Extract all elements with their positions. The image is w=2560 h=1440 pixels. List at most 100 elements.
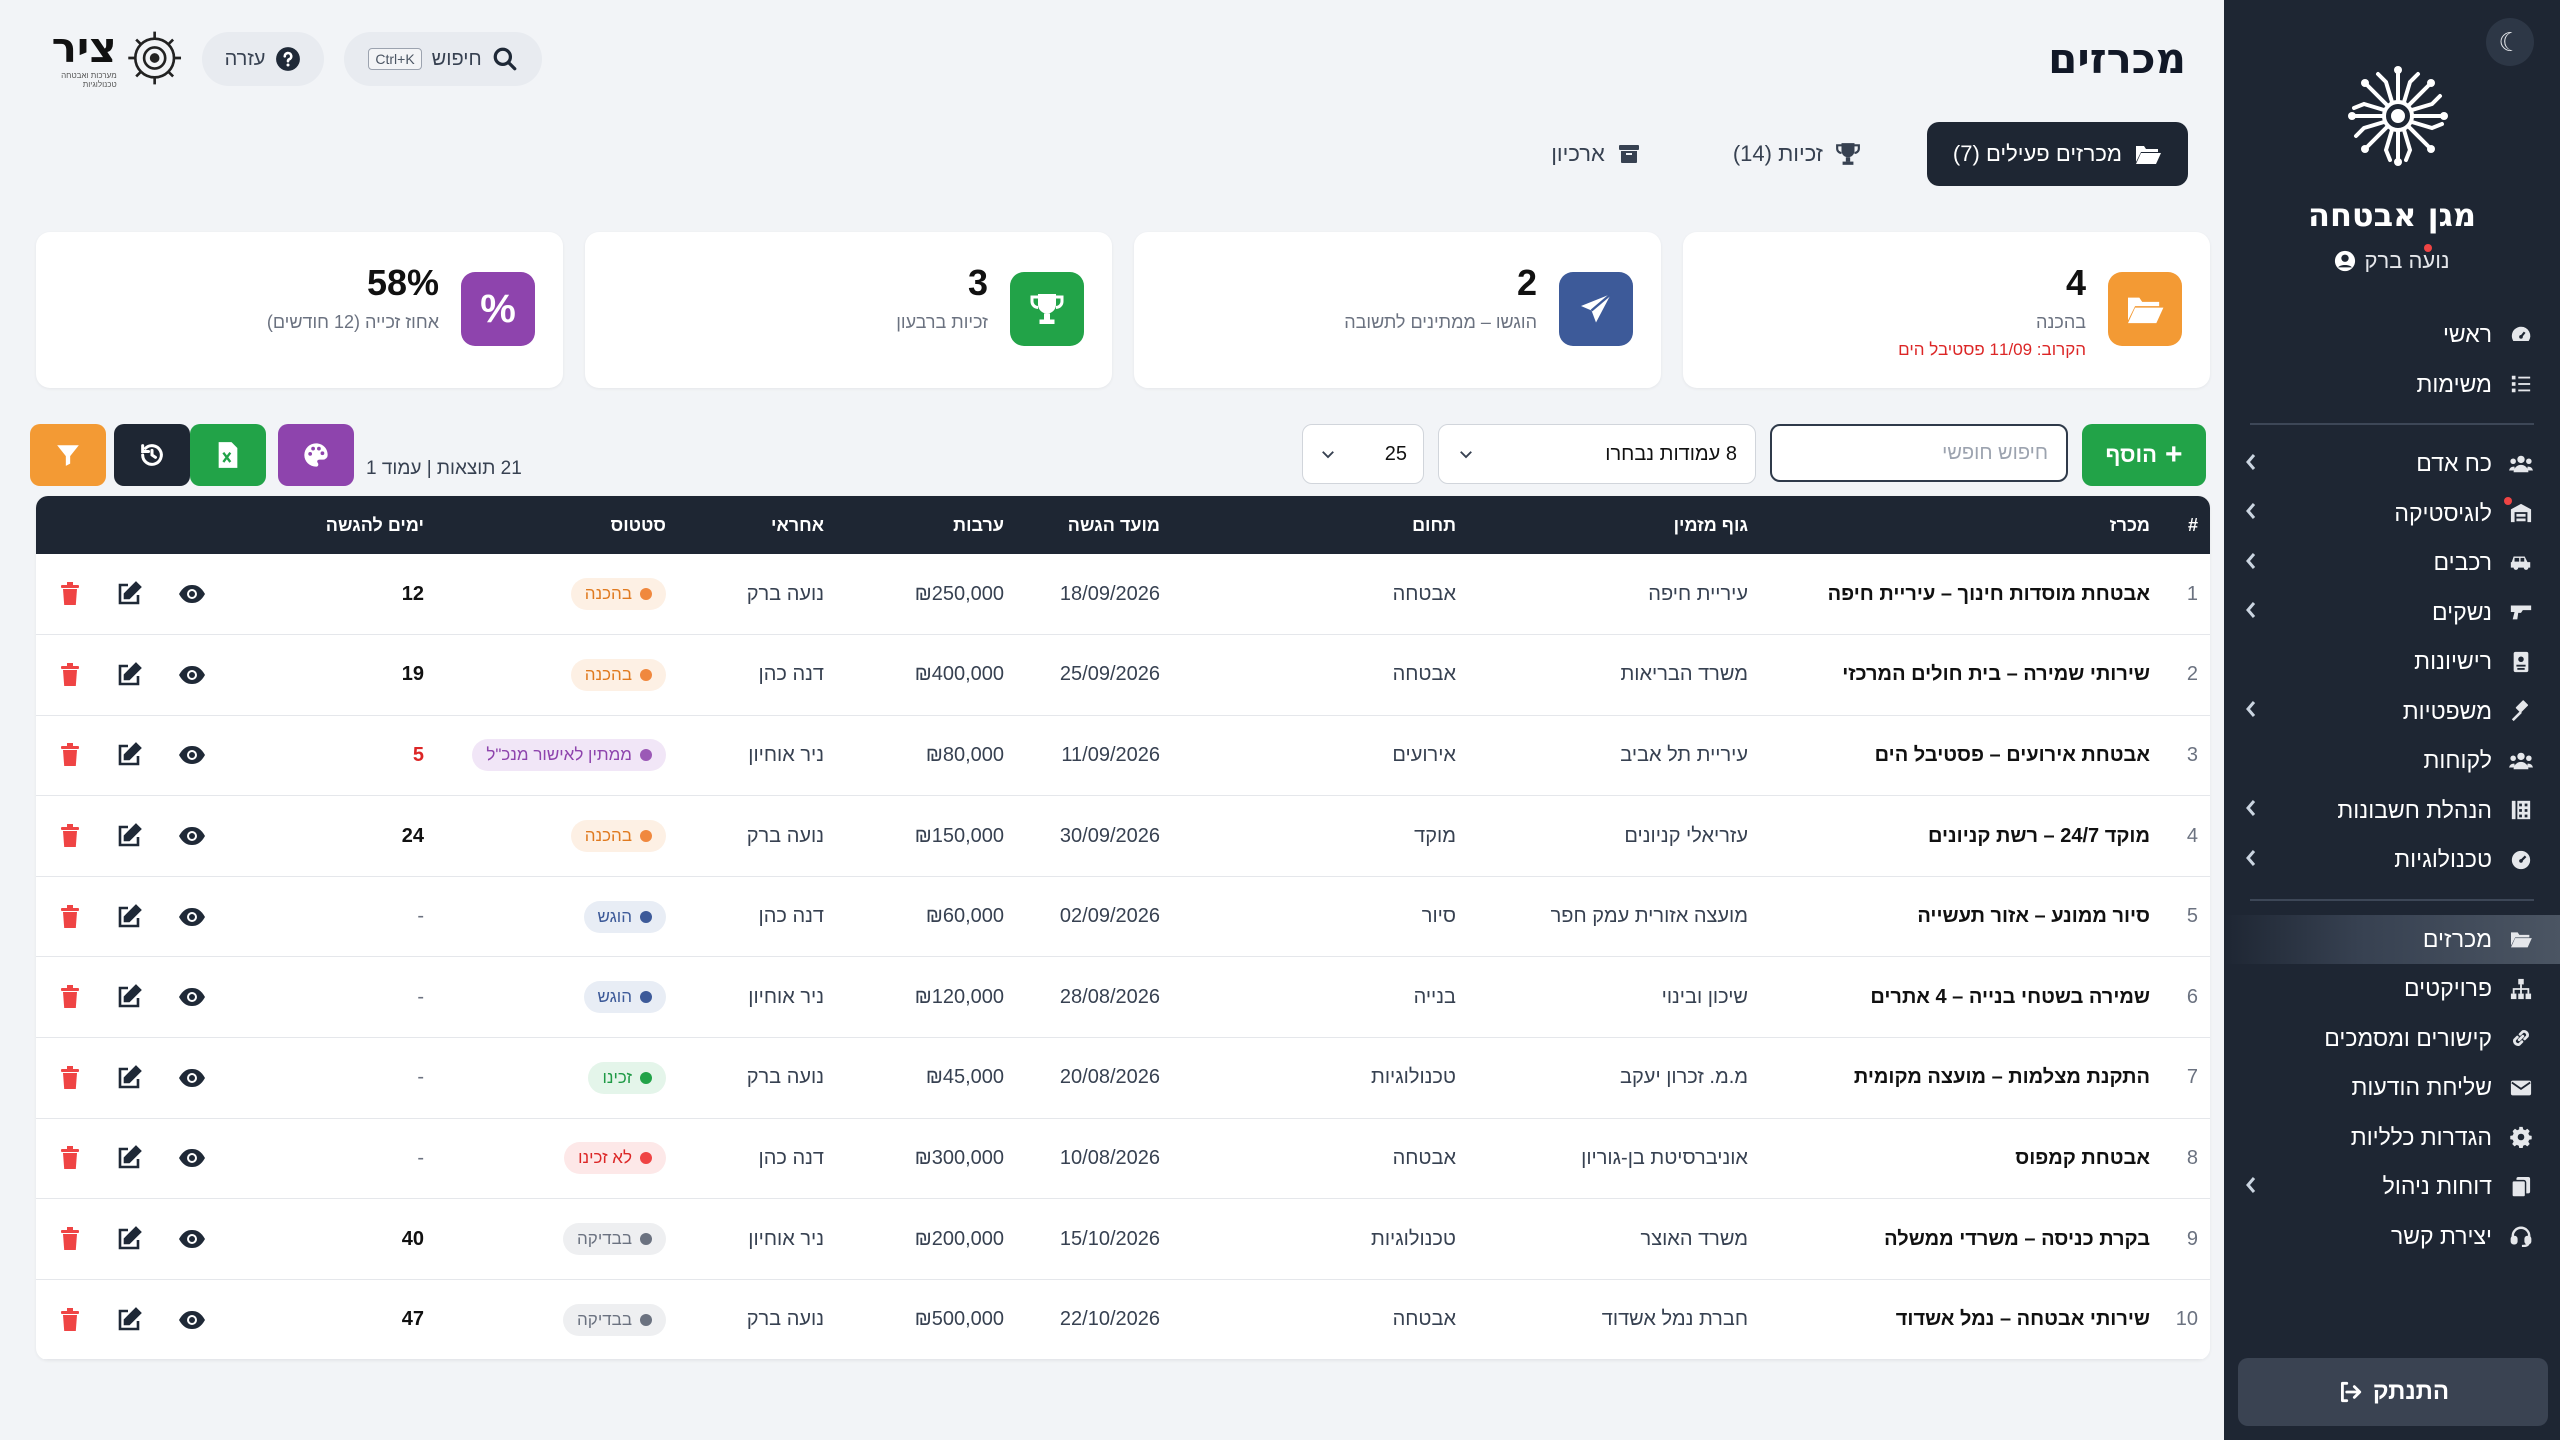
cell-client: מ.מ. זכרון יעקב — [1468, 1037, 1760, 1119]
eye-icon[interactable] — [178, 1229, 206, 1249]
help-button[interactable]: עזרה — [202, 32, 324, 86]
eye-icon[interactable] — [178, 1068, 206, 1088]
eye-icon[interactable] — [178, 1310, 206, 1330]
cell-date: 18/09/2026 — [1016, 554, 1172, 636]
table-row[interactable]: 9 בקרת כניסה – משרדי ממשלה משרד האוצר טכנול… — [36, 1198, 2210, 1280]
eye-icon[interactable] — [178, 826, 206, 846]
sidebar-item-envelope[interactable]: שליחת הודעות — [2224, 1063, 2560, 1113]
sidebar-item-clients[interactable]: לקוחות — [2224, 736, 2560, 786]
theme-palette-button[interactable] — [278, 424, 354, 486]
sidebar-item-calculator[interactable]: הנהלת חשבונות — [2224, 786, 2560, 836]
sidebar-item-users[interactable]: כח אדם — [2224, 439, 2560, 489]
tab-archive[interactable]: ארכיון — [1525, 122, 1667, 186]
tab-active-tenders[interactable]: מכרזים פעילים (7) — [1926, 122, 2188, 186]
cell-bond: ₪200,000 — [836, 1198, 1016, 1280]
sidebar-item-gauge[interactable]: טכנולוגיות — [2224, 835, 2560, 885]
current-user[interactable]: נועה ברק — [2224, 248, 2560, 274]
sidebar-item-sitemap[interactable]: פרויקטים — [2224, 964, 2560, 1014]
trash-icon[interactable] — [60, 662, 80, 687]
cell-tender: אבטחת אירועים – פסטיבל הים — [1760, 715, 2162, 797]
sidebar-item-gavel[interactable]: משפטיות — [2224, 687, 2560, 737]
edit-icon[interactable] — [116, 984, 142, 1010]
trash-icon[interactable] — [60, 1227, 80, 1251]
cell-num: 10 — [2162, 1279, 2210, 1360]
trash-icon[interactable] — [60, 1307, 80, 1332]
sidebar-item-car[interactable]: רכבים — [2224, 538, 2560, 588]
cell-status: בהכנה — [436, 554, 678, 636]
sidebar-item-folder-open[interactable]: מכרזים — [2224, 914, 2560, 964]
tender-tabs: מכרזים פעילים (7) זכיות (14) ארכיון — [1525, 122, 2188, 186]
stat-card-submitted[interactable]: 2 הוגשו – ממתינים לתשובה — [1134, 232, 1661, 388]
table-row[interactable]: 1 אבטחת מוסדות חינוך – עיריית חיפה עיריית … — [36, 554, 2210, 636]
trash-icon[interactable] — [60, 1146, 80, 1170]
trash-icon[interactable] — [60, 1065, 80, 1090]
free-search-input[interactable] — [1770, 424, 2068, 482]
stat-card-preparing[interactable]: 4 בהכנה הקרוב: 11/09 פסטיבל הים — [1683, 232, 2210, 388]
stat-card-wins[interactable]: 3 זכיות ברבעון — [585, 232, 1112, 388]
column-header[interactable]: תחום — [1172, 496, 1468, 554]
trash-icon[interactable] — [60, 985, 80, 1009]
table-row[interactable]: 8 אבטחת קמפוס אוניברסיטת בן-גוריון אבטחה 10/… — [36, 1118, 2210, 1200]
edit-icon[interactable] — [116, 1065, 142, 1091]
edit-icon[interactable] — [116, 1145, 142, 1171]
table-row[interactable]: 6 שמירה בשטחי בנייה – 4 אתרים שיכון ובינוי… — [36, 956, 2210, 1039]
sidebar-item-gear[interactable]: הגדרות כלליות — [2224, 1113, 2560, 1163]
trash-icon[interactable] — [60, 824, 80, 848]
sidebar-item-link[interactable]: קישורים ומסמכים — [2224, 1014, 2560, 1064]
table-row[interactable]: 3 אבטחת אירועים – פסטיבל הים עיריית תל אבי… — [36, 715, 2210, 797]
company-logo[interactable]: ציר מערכות ואבטחה טכנולוגיות — [36, 22, 186, 94]
edit-icon[interactable] — [116, 903, 142, 930]
eye-icon[interactable] — [178, 987, 206, 1007]
edit-icon[interactable] — [116, 823, 142, 849]
sidebar-item-dashboard[interactable]: ראשי — [2224, 310, 2560, 360]
table-row[interactable]: 7 התקנת מצלמות – מועצה מקומית מ.מ. זכרון י… — [36, 1037, 2210, 1119]
column-header[interactable]: אחראי — [678, 496, 836, 554]
sidebar-item-gun[interactable]: נשקים — [2224, 588, 2560, 638]
dark-mode-toggle[interactable]: ☾ — [2486, 18, 2534, 66]
cell-num: 8 — [2162, 1118, 2210, 1200]
stat-card-win-rate[interactable]: % 58% אחוז זכייה (12 חודשים) — [36, 232, 563, 388]
columns-select[interactable]: 8 עמודות נבחרו — [1438, 424, 1756, 484]
eye-icon[interactable] — [178, 907, 206, 927]
eye-icon[interactable] — [178, 1148, 206, 1168]
column-header[interactable]: ערבות — [836, 496, 1016, 554]
reset-button[interactable] — [114, 424, 190, 486]
cell-date: 28/08/2026 — [1016, 956, 1172, 1039]
sidebar-item-id-card[interactable]: רישיונות — [2224, 637, 2560, 687]
sidebar-item-tasks[interactable]: משימות — [2224, 360, 2560, 410]
table-row[interactable]: 4 מוקד 24/7 – רשת קניונים עזריאלי קניונים מ… — [36, 795, 2210, 877]
eye-icon[interactable] — [178, 745, 206, 765]
column-header[interactable]: # — [2162, 496, 2210, 554]
edit-icon[interactable] — [116, 1306, 142, 1333]
sidebar-item-headset[interactable]: יצירת קשר — [2224, 1212, 2560, 1262]
sidebar-item-copy[interactable]: דוחות ניהול — [2224, 1162, 2560, 1212]
edit-icon[interactable] — [116, 1226, 142, 1252]
trash-icon[interactable] — [60, 743, 80, 767]
table-row[interactable]: 10 שירותי אבטחה – נמל אשדוד חברת נמל אשדוד… — [36, 1279, 2210, 1360]
trash-icon[interactable] — [60, 582, 80, 606]
per-page-select[interactable]: 25 — [1302, 424, 1424, 484]
column-header[interactable]: גוף מזמין — [1468, 496, 1760, 554]
column-header[interactable]: סטטוס — [436, 496, 678, 554]
column-header[interactable]: מכרז — [1760, 496, 2162, 554]
filter-button[interactable] — [30, 424, 106, 486]
add-tender-button[interactable]: + הוסף — [2082, 424, 2206, 486]
trash-icon[interactable] — [60, 904, 80, 929]
column-header[interactable]: ימים להגשה — [260, 496, 436, 554]
table-row[interactable]: 2 שירותי שמירה – בית חולים המרכזי משרד הבר… — [36, 634, 2210, 716]
eye-icon[interactable] — [178, 665, 206, 685]
export-excel-button[interactable] — [190, 424, 266, 486]
edit-icon[interactable] — [116, 662, 142, 688]
column-header[interactable]: מועד הגשה — [1016, 496, 1172, 554]
tab-wins[interactable]: זכיות (14) — [1707, 122, 1887, 186]
logout-button[interactable]: התנתק — [2238, 1358, 2548, 1426]
cell-status: בהכנה — [436, 795, 678, 877]
edit-icon[interactable] — [116, 742, 142, 768]
table-row[interactable]: 5 סיור ממונע – אזור תעשייה מועצה אזורית עמ… — [36, 876, 2210, 958]
status-dot — [640, 749, 652, 762]
edit-icon[interactable] — [116, 581, 142, 607]
eye-icon[interactable] — [178, 584, 206, 604]
sidebar-item-warehouse[interactable]: לוגיסטיקה — [2224, 489, 2560, 539]
trophy-icon — [1836, 143, 1860, 165]
global-search-button[interactable]: חיפוש Ctrl+K — [344, 32, 542, 86]
